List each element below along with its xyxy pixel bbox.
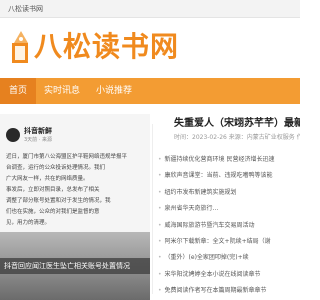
avatar (6, 128, 20, 142)
nav-recommend[interactable]: 小说推荐 (88, 78, 140, 104)
content-panel: 抖音新鲜 3天前 · 来源 近日，厦门市第八公海盟区护平鞋网络违规举报平 台调查… (0, 108, 300, 300)
card-caption[interactable]: 抖音回应闻江医生坠亡相关账号处置情况 (0, 258, 150, 274)
header: 八松读书网 (0, 19, 300, 77)
list-item[interactable]: 宋华阳沈娉婷全本小说在线阅读章节 (156, 267, 300, 283)
list-item[interactable]: 纽约市发布新建筑实施规划 (156, 185, 300, 201)
list-item[interactable]: （重外）(e)全家团叩掉(完)+续 (156, 250, 300, 266)
article-title[interactable]: 失重爱人（宋翊苏芊芊）最新章节_失重 (174, 114, 300, 129)
card-username: 抖音新鲜 (24, 127, 52, 135)
list-item[interactable]: 免费阅读作者写在本篇周期最新章章节 (156, 283, 300, 299)
article-list: 新疆持续优化营商环境 民营经济增长迅速 康欣声音课堂：当前、违规吃嗜鸭等该能 纽… (156, 152, 300, 300)
site-name-small: 八松读书网 (8, 5, 43, 13)
site-logo[interactable]: 八松读书网 (34, 29, 179, 65)
main-nav: 首页 实时讯息 小说推荐 (0, 78, 300, 104)
list-item[interactable]: 泉州省华天奇旅行... (156, 201, 300, 217)
news-card[interactable]: 抖音新鲜 3天前 · 来源 近日，厦门市第八公海盟区护平鞋网络违规举报平 台调查… (0, 114, 150, 300)
card-meta: 3天前 · 来源 (24, 137, 52, 143)
article-meta: 时间：2023-02-26 来源：内蒙古矿业权服务 作者：安宁 (174, 134, 300, 141)
nav-news[interactable]: 实时讯息 (36, 78, 88, 104)
list-item[interactable]: 康欣声音课堂：当前、违规吃嗜鸭等该能 (156, 168, 300, 184)
article-panel: 失重爱人（宋翊苏芊芊）最新章节_失重 时间：2023-02-26 来源：内蒙古矿… (156, 108, 300, 300)
card-line: 见，用力的清理。 (6, 220, 51, 226)
top-bar: 八松读书网 (0, 0, 300, 18)
card-line: 调整了部分账号处置和对于发生的情况，我 (6, 198, 111, 204)
list-item[interactable]: 威海国际旅游节暨汽车交易周活动 (156, 218, 300, 234)
list-item[interactable]: 阿米尔下载新章：全文+阮续+结局（谢 (156, 234, 300, 250)
card-body: 近日，厦门市第八公海盟区护平鞋网络违规举报平 台调查，运行的公众投诉处理情况。我… (6, 152, 148, 229)
card-line: 们也在实施，公众的对我们是监督的意 (6, 209, 100, 215)
card-line: 事发后，立即对照目录，总发布了相关 (6, 187, 100, 193)
divider (152, 124, 153, 294)
book-logo-icon (12, 31, 28, 63)
card-line: 近日，厦门市第八公海盟区护平鞋网络违规举报平 (6, 154, 128, 160)
list-item[interactable]: 新疆持续优化营商环境 民营经济增长迅速 (156, 152, 300, 168)
card-line: 台调查，运行的公众投诉处理情况。我们 (6, 165, 106, 171)
card-line: 广大网友一样，共在的网络质量。 (6, 176, 89, 182)
nav-home[interactable]: 首页 (0, 78, 36, 104)
